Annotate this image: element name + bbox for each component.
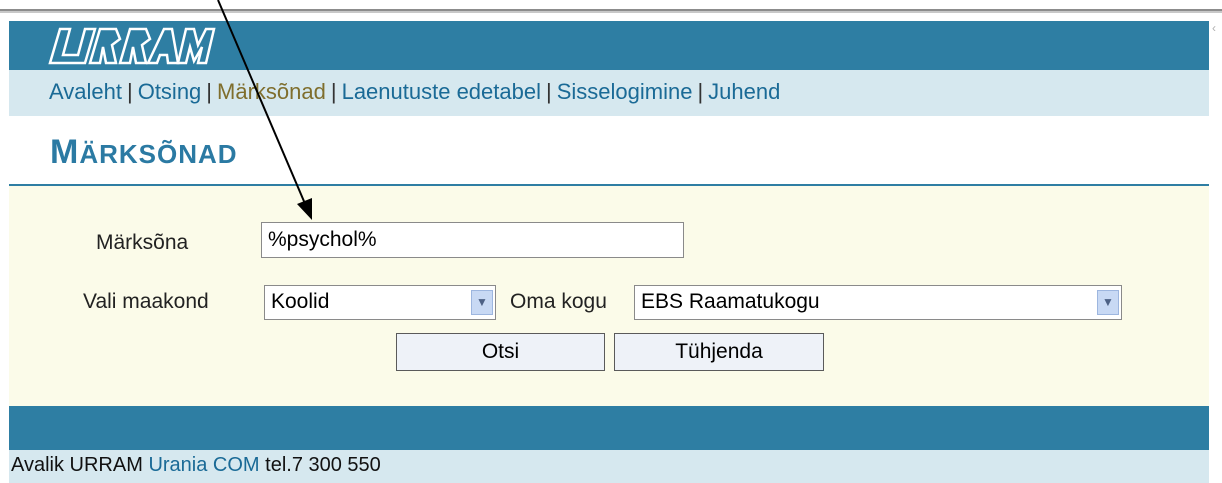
scrollbar-stub[interactable]: ‹	[1212, 21, 1222, 41]
footer-link-urania[interactable]: Urania COM	[148, 454, 259, 476]
county-select[interactable]: Koolid ▼	[264, 285, 496, 320]
footer: Avalik URRAM Urania COM tel.7 300 550	[9, 450, 1209, 483]
nav-item-otsing[interactable]: Otsing	[138, 79, 202, 104]
nav-item-marksonad[interactable]: Märksõnad	[217, 79, 326, 104]
search-button[interactable]: Otsi	[396, 333, 605, 371]
page-title-rest: ÄRKSÕNAD	[79, 139, 238, 169]
main-nav: Avaleht | Otsing | Märksõnad | Laenutuste edet…	[9, 70, 1209, 116]
nav-item-laenutuste-edetabel[interactable]: Laenutuste edetabel	[342, 79, 541, 104]
chevron-down-icon[interactable]: ▼	[1097, 290, 1119, 315]
nav-separator: |	[206, 79, 213, 104]
clear-button[interactable]: Tühjenda	[614, 333, 824, 371]
chevron-down-icon[interactable]: ▼	[471, 290, 493, 315]
browser-page: ‹ Avaleht | Otsing | Märksõnad | Laenutuste ed…	[0, 0, 1222, 483]
nav-separator: |	[545, 79, 552, 104]
nav-item-sisselogimine[interactable]: Sisselogimine	[557, 79, 693, 104]
keyword-input[interactable]	[261, 222, 684, 258]
nav-item-avaleht[interactable]: Avaleht	[49, 79, 122, 104]
top-border-shadow	[0, 11, 1222, 13]
keyword-label: Märksõna	[96, 231, 189, 254]
nav-separator: |	[126, 79, 133, 104]
footer-phone: tel.7 300 550	[265, 454, 381, 476]
nav-separator: |	[330, 79, 337, 104]
collection-select[interactable]: EBS Raamatukogu ▼	[634, 285, 1122, 320]
collection-select-value: EBS Raamatukogu	[641, 290, 820, 313]
nav-separator: |	[697, 79, 704, 104]
nav-item-juhend[interactable]: Juhend	[708, 79, 780, 104]
bottom-bar	[9, 406, 1209, 450]
county-label: Vali maakond	[83, 290, 209, 313]
urram-logo[interactable]	[46, 25, 216, 67]
footer-prefix: Avalik URRAM	[11, 454, 143, 476]
collection-label: Oma kogu	[510, 290, 607, 313]
page-title-first: M	[50, 133, 80, 171]
county-select-value: Koolid	[271, 290, 330, 313]
page-title: MÄRKSÕNAD	[50, 133, 238, 172]
